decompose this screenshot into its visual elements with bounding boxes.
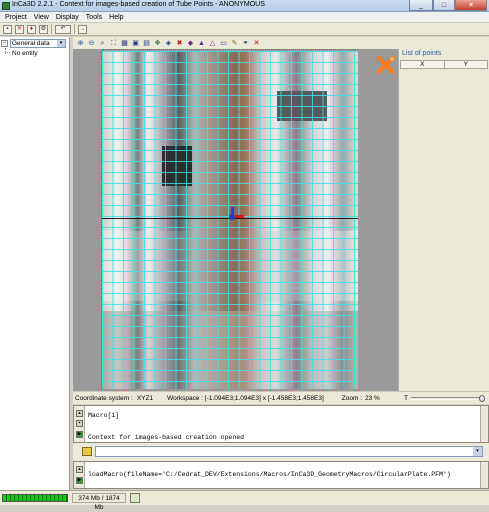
table-icon[interactable]: ▭ (219, 39, 228, 48)
command-run-icon[interactable]: ▶ (76, 477, 83, 484)
image-icon[interactable]: ▣ (131, 39, 140, 48)
redo-icon[interactable]: → (78, 24, 87, 34)
console-run-icon[interactable]: ▶ (76, 431, 83, 438)
tree-connector (5, 48, 6, 54)
grid-icon[interactable]: ▦ (120, 39, 129, 48)
console-clear-icon[interactable]: ▴ (76, 410, 83, 417)
console-gutter: ▴ ▪ ▶ (74, 406, 85, 442)
canvas-border (101, 51, 102, 389)
shape-icon[interactable]: ◆ (186, 39, 195, 48)
console-copy-icon[interactable]: ▪ (76, 420, 83, 427)
output-console: ▴ ▪ ▶ Macro[1] Context for images-based … (73, 405, 489, 443)
point-icon[interactable]: ◈ (164, 39, 173, 48)
zoom-label: Zoom : (341, 394, 363, 402)
image-canvas[interactable] (73, 49, 398, 391)
delete-icon[interactable]: ✕ (15, 24, 24, 34)
menu-display[interactable]: Display (56, 14, 79, 21)
minimize-button[interactable]: _ (409, 0, 433, 11)
save-icon[interactable]: ▪ (3, 24, 12, 34)
undo-icon[interactable]: ↶ (55, 24, 71, 34)
column-y[interactable]: Y (445, 61, 488, 68)
collapse-icon[interactable]: − (1, 40, 8, 47)
menu-view[interactable]: View (34, 14, 49, 21)
console-scrollbar[interactable] (480, 406, 488, 442)
background-photo (102, 51, 358, 389)
data-type-select[interactable]: General data ▾ (10, 39, 66, 48)
move-icon[interactable]: ✥ (153, 39, 162, 48)
menu-tools[interactable]: Tools (86, 14, 102, 21)
points-panel: List of points X Y (398, 49, 489, 391)
zoom-in-icon[interactable]: ⊕ (76, 39, 85, 48)
workspace-value: Workspace : [-1.094E3;1.094E3] x [-1.458… (167, 394, 324, 402)
history-icon[interactable] (82, 447, 92, 456)
command-gutter: ▴ ▶ (74, 462, 85, 488)
column-x[interactable]: X (401, 61, 445, 68)
points-panel-title: List of points (402, 50, 442, 57)
slider-thumb[interactable] (479, 395, 485, 402)
window-title: InCa3D 2.2.1 - Context for images-based … (12, 1, 265, 8)
coordinate-value: XYZ1 (136, 394, 154, 402)
console-line: Context for images-based creation opened (88, 434, 245, 441)
chevron-down-icon[interactable]: ▾ (57, 40, 65, 47)
toolbar-separator (74, 24, 75, 34)
triangle-edit-icon[interactable]: △ (208, 39, 217, 48)
data-type-value: General data (12, 40, 50, 47)
zoom-fit-icon[interactable]: ⛶ (109, 39, 118, 48)
triangle-icon[interactable]: ▲ (197, 39, 206, 48)
delete-point-icon[interactable]: ✖ (175, 39, 184, 48)
command-clear-icon[interactable]: ▴ (76, 466, 83, 473)
toolbar-separator (51, 24, 52, 34)
maximize-button[interactable]: □ (433, 0, 455, 11)
origin-marker (229, 214, 235, 220)
garbage-collect-button[interactable] (130, 493, 140, 503)
edit-icon[interactable]: ✎ (230, 39, 239, 48)
close-context-icon[interactable]: ✕ (252, 39, 261, 48)
zoom-out-icon[interactable]: ⊖ (87, 39, 96, 48)
tree-item-no-entity[interactable]: No entity (12, 50, 38, 57)
status-bar: 374 Mb / 1874 Mb (0, 490, 489, 511)
tree-header: − General data ▾ (1, 39, 69, 48)
tree-connector (5, 52, 10, 53)
menu-bar: Project View Display Tools Help (0, 12, 489, 23)
layer-icon[interactable]: ▤ (142, 39, 151, 48)
slider-label: T (404, 395, 408, 402)
menu-project[interactable]: Project (5, 14, 27, 21)
points-table-header: X Y (400, 60, 488, 69)
command-console: ▴ ▶ loadMacro(fileName='C:/Cedrat_DEV/Ex… (73, 461, 489, 489)
memory-gauge (2, 494, 68, 502)
calibration-grid (102, 51, 358, 389)
axis-x-marker (235, 215, 244, 218)
app-icon (2, 2, 10, 10)
view-toolbar: ⊕ ⊖ ⌕ ⛶ ▦ ▣ ▤ ✥ ◈ ✖ ◆ ▲ △ ▭ ✎ ⚭ ✕ (73, 37, 489, 49)
coordinate-label: Coordinate system : (75, 394, 133, 402)
zoom-region-icon[interactable]: ⌕ (98, 39, 107, 48)
memory-usage: 374 Mb / 1874 Mb (72, 493, 126, 511)
settings-icon[interactable]: ⚙ (39, 24, 48, 34)
link-icon[interactable]: ⚭ (241, 39, 250, 48)
tools-icon[interactable]: ♦ (27, 24, 36, 34)
main-toolbar: ▪ ✕ ♦ ⚙ ↶ → (0, 23, 489, 36)
canvas-border (102, 49, 358, 51)
close-button[interactable]: × (455, 0, 487, 11)
command-scrollbar[interactable] (480, 462, 488, 488)
menu-help[interactable]: Help (109, 14, 123, 21)
history-select[interactable]: ▾ (95, 446, 483, 457)
canvas-status-bar: Coordinate system : XYZ1 Workspace : [-1… (73, 391, 489, 404)
zoom-value: 23 % (365, 394, 380, 402)
command-line[interactable]: loadMacro(fileName='C:/Cedrat_DEV/Extens… (88, 471, 451, 478)
app-logo-icon (377, 56, 395, 74)
chevron-down-icon[interactable]: ▾ (473, 447, 482, 456)
title-bar: InCa3D 2.2.1 - Context for images-based … (0, 0, 489, 12)
entity-tree-panel: − General data ▾ No entity (0, 37, 70, 490)
history-bar: ▾ (73, 443, 489, 461)
transparency-slider[interactable] (411, 395, 485, 402)
console-line: Macro[1] (88, 412, 120, 419)
